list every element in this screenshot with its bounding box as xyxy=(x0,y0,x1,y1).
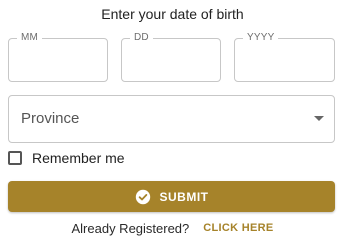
province-select[interactable]: Province xyxy=(8,95,335,143)
click-here-link[interactable]: CLICK HERE xyxy=(203,222,273,234)
submit-label: SUBMIT xyxy=(159,189,209,204)
remember-me[interactable]: Remember me xyxy=(8,148,125,168)
month-label: MM xyxy=(17,32,43,43)
remember-checkbox[interactable] xyxy=(8,151,22,165)
province-placeholder: Province xyxy=(21,110,80,127)
dob-form: Enter your date of birth MM DD YYYY Prov… xyxy=(0,0,345,243)
remember-label: Remember me xyxy=(32,150,125,166)
form-title: Enter your date of birth xyxy=(101,6,244,22)
month-field[interactable]: MM xyxy=(8,32,108,82)
check-circle-icon xyxy=(135,189,150,204)
submit-button[interactable]: SUBMIT xyxy=(8,181,335,212)
year-field[interactable]: YYYY xyxy=(234,32,335,82)
day-label: DD xyxy=(130,32,153,43)
day-field[interactable]: DD xyxy=(121,32,221,82)
already-registered-row: Already Registered? CLICK HERE xyxy=(0,218,345,238)
already-registered-text: Already Registered? xyxy=(71,220,190,236)
chevron-down-icon xyxy=(314,116,324,121)
year-label: YYYY xyxy=(243,32,279,43)
